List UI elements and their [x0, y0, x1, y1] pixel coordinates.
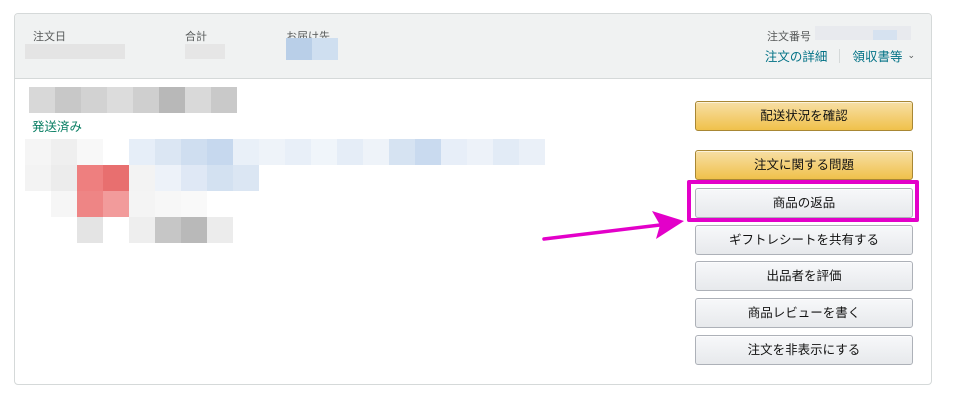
- total-label: 合計: [185, 30, 207, 43]
- order-date-label: 注文日: [33, 30, 66, 43]
- receipt-link[interactable]: 領収書等: [852, 46, 902, 65]
- order-header: 注文日 合計 お届け先 注文番号 注文の詳細 領収書等 ⌄: [15, 14, 931, 79]
- share-gift-receipt-button[interactable]: ギフトレシートを共有する: [695, 225, 913, 255]
- chevron-down-icon[interactable]: ⌄: [907, 51, 915, 61]
- order-problem-button[interactable]: 注文に関する問題: [695, 150, 913, 180]
- order-number-label: 注文番号: [767, 30, 811, 43]
- link-divider: [839, 48, 841, 63]
- rate-seller-button[interactable]: 出品者を評価: [695, 261, 913, 291]
- order-details-link[interactable]: 注文の詳細: [765, 46, 828, 65]
- track-package-button[interactable]: 配送状況を確認: [695, 101, 913, 131]
- annotation-arrow-icon: [542, 211, 684, 241]
- write-review-button[interactable]: 商品レビューを書く: [695, 298, 913, 328]
- order-header-links: 注文の詳細 領収書等 ⌄: [765, 46, 915, 65]
- return-button-highlight: [687, 180, 919, 222]
- shipment-status: 発送済み: [32, 119, 83, 134]
- hide-order-button[interactable]: 注文を非表示にする: [695, 335, 913, 365]
